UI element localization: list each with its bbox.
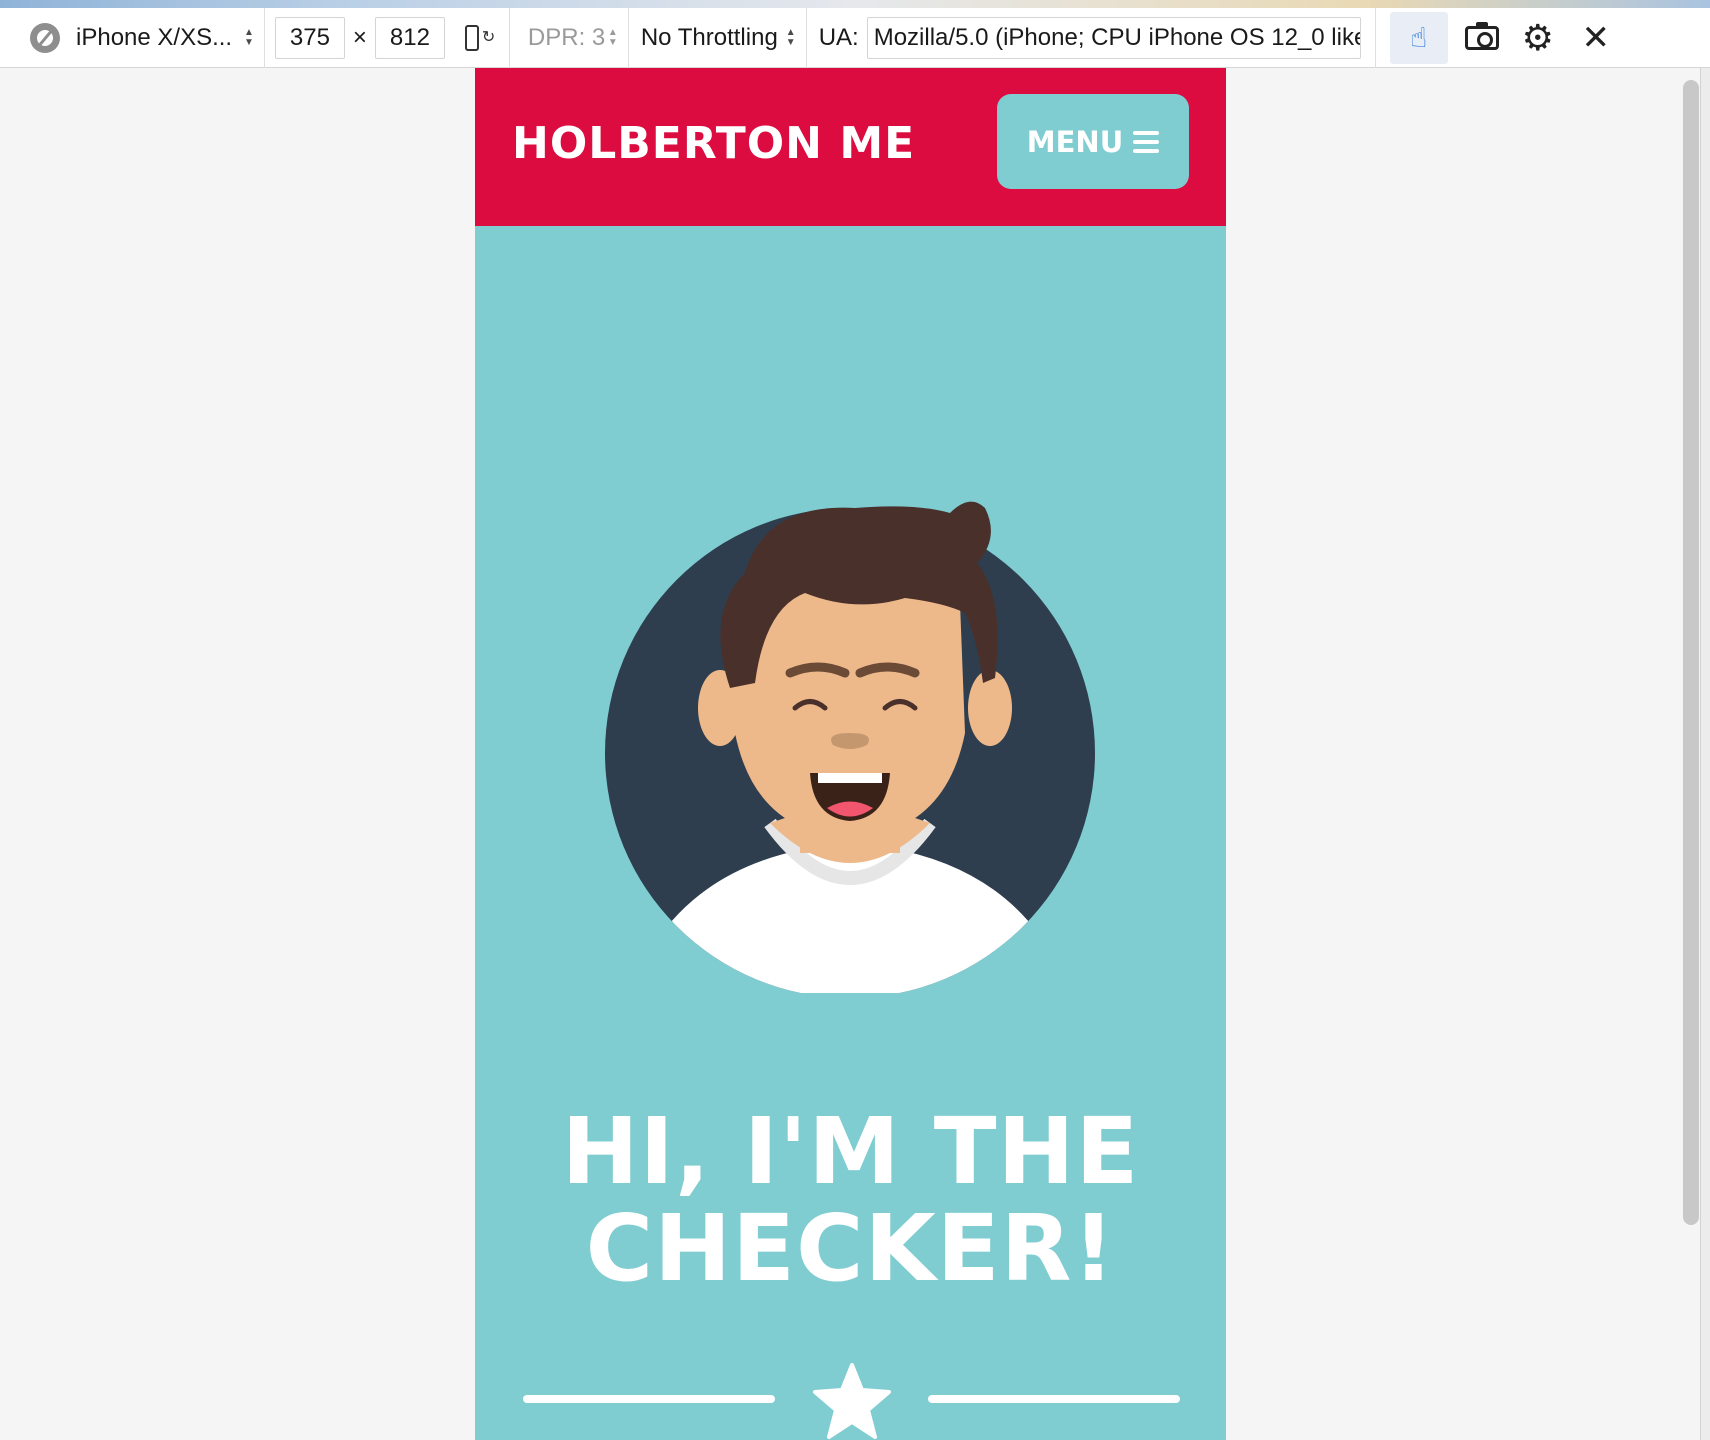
screenshot-button[interactable] [1454, 8, 1510, 68]
divider-line-right [928, 1395, 1180, 1403]
compass-icon [30, 22, 60, 53]
touch-icon: ☝ [1410, 22, 1428, 53]
rotate-icon[interactable]: ↻ [464, 21, 495, 55]
responsive-design-toolbar: iPhone X/XS... ▲ ▼ 375 × 812 ↻ DPR: 3 ▲ ▼ … [0, 7, 1710, 68]
close-icon: ✕ [1581, 18, 1610, 57]
dpr-selector[interactable]: DPR: 3 ▲ ▼ [510, 8, 628, 68]
toolbar-divider [263, 7, 265, 68]
menu-label: MENU [1026, 124, 1124, 159]
hamburger-icon [1133, 130, 1160, 153]
dpr-label: DPR: 3 [527, 23, 606, 51]
touch-simulation-button[interactable]: ☝ [1389, 11, 1448, 64]
avatar-illustration [605, 501, 1095, 993]
chevron-updown-icon: ▲ ▼ [244, 26, 254, 48]
browser-window: iPhone X/XS... ▲ ▼ 375 × 812 ↻ DPR: 3 ▲ ▼ … [0, 0, 1710, 1440]
star-icon [813, 1363, 891, 1439]
site-brand[interactable]: HOLBERTON ME [512, 118, 915, 169]
site-header: HOLBERTON ME MENU [475, 68, 1226, 226]
divider-line-left [523, 1395, 775, 1403]
device-selector[interactable]: iPhone X/XS... ▲ ▼ [0, 8, 264, 68]
toolbar-divider [1374, 7, 1376, 68]
hero-heading: HI, I'M THE CHECKER! [475, 1103, 1226, 1297]
chevron-updown-icon: ▲ ▼ [607, 26, 618, 48]
dimension-separator: × [352, 23, 367, 51]
height-input[interactable]: 812 [374, 16, 445, 59]
hero-line-1: HI, I'M THE [561, 1098, 1140, 1205]
dimension-controls: 375 × 812 ↻ [274, 8, 509, 68]
mobile-viewport[interactable]: HOLBERTON ME MENU HI, I'M THE CHECKER! [475, 68, 1226, 1440]
settings-button[interactable]: ⚙ [1510, 8, 1566, 68]
width-input[interactable]: 375 [274, 16, 345, 59]
throttling-label: No Throttling [640, 23, 778, 51]
close-button[interactable]: ✕ [1568, 8, 1624, 68]
user-agent-input[interactable]: Mozilla/5.0 (iPhone; CPU iPhone OS 12_0 … [866, 16, 1361, 59]
chevron-updown-icon: ▲ ▼ [785, 26, 796, 48]
scrollbar-thumb[interactable] [1683, 80, 1699, 1225]
menu-button[interactable]: MENU [997, 94, 1189, 189]
device-name: iPhone X/XS... [76, 23, 233, 51]
hero-line-2: CHECKER! [585, 1195, 1116, 1302]
gear-icon: ⚙ [1521, 16, 1554, 58]
camera-icon [1464, 21, 1499, 50]
throttling-selector[interactable]: No Throttling ▲ ▼ [629, 8, 806, 68]
user-agent-control: UA: Mozilla/5.0 (iPhone; CPU iPhone OS 1… [807, 8, 1361, 68]
window-edge [1700, 68, 1710, 1440]
ua-label: UA: [818, 23, 859, 51]
